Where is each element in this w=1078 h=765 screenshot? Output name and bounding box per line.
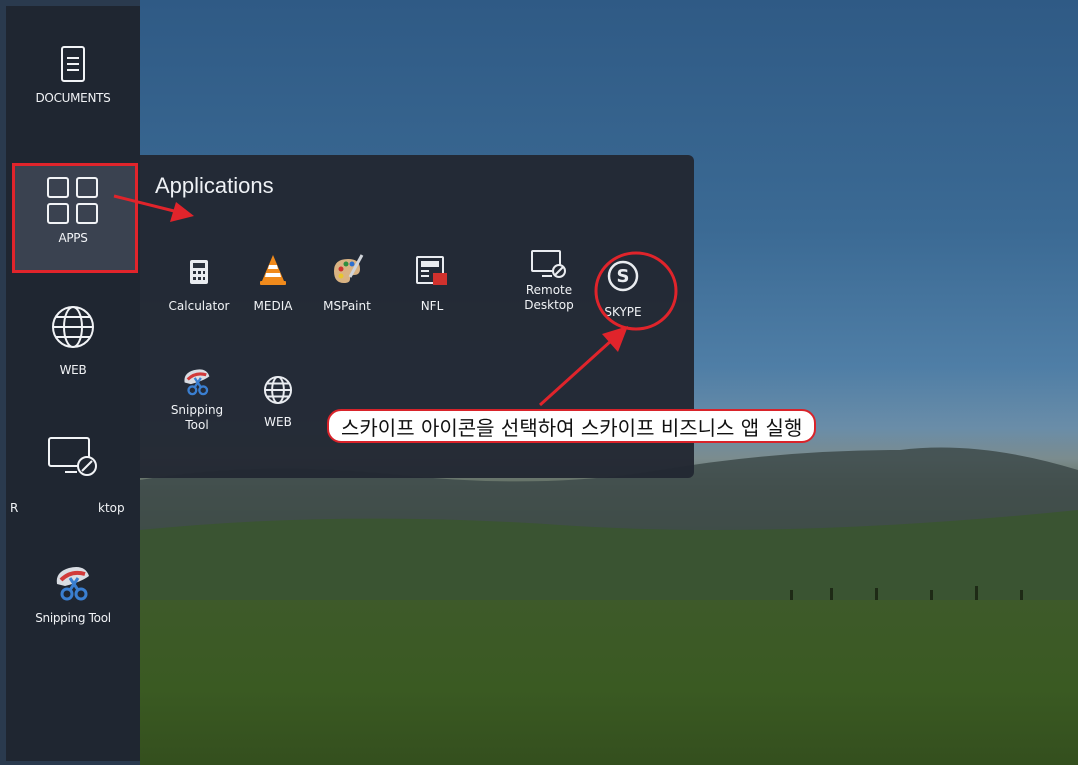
app-skype[interactable]: S SKYPE [586,259,660,320]
globe-icon [52,306,94,348]
sidebar-item-label: WEB [59,363,87,377]
remote-desktop-icon [48,437,97,476]
sidebar-item-remote-desktop[interactable]: R ktop [6,436,140,521]
app-nfl[interactable]: NFL [404,255,460,314]
calculator-icon [190,260,208,284]
globe-icon [263,375,293,405]
remote-desktop-label-row: R ktop [6,501,140,521]
sidebar-item-snipping-tool[interactable]: Snipping Tool [6,562,140,625]
panel-title: Applications [155,173,274,198]
app-label-line2: Tool [185,418,209,432]
sidebar-item-label: Snipping Tool [35,611,111,625]
app-web[interactable]: WEB [244,375,312,430]
paint-palette-icon [334,254,364,283]
sidebar-item-label-tail: ktop [98,501,125,515]
app-label: Snipping Tool [160,403,234,433]
sidebar-item-label: DOCUMENTS [35,91,111,105]
app-calculator[interactable]: Calculator [162,259,236,314]
remote-desktop-icon [531,250,566,278]
app-label-line1: Snipping [170,403,224,417]
app-label: WEB [264,415,292,429]
screen: DOCUMENTS APPS WEB R ktop Snipping Tool … [0,0,1078,765]
svg-text:S: S [617,266,630,287]
document-icon [61,46,85,82]
sidebar-item-documents[interactable]: DOCUMENTS [6,46,140,105]
annotation-text: 스카이프 아이콘을 선택하여 스카이프 비즈니스 앱 실행 [327,409,817,443]
app-mspaint[interactable]: MSPaint [310,253,384,314]
app-media[interactable]: MEDIA [236,253,310,314]
app-remote-desktop[interactable]: Remote Desktop [512,249,586,313]
app-label: MEDIA [253,299,293,313]
nfl-icon [416,256,447,285]
snipping-tool-icon [184,369,210,396]
app-label: Remote Desktop [512,283,586,313]
skype-icon: S [607,260,639,292]
app-label: MSPaint [323,299,371,313]
sidebar-item-apps[interactable]: APPS [6,176,140,245]
app-label-line2: Desktop [524,298,574,312]
apps-grid-icon [47,177,98,224]
sidebar: DOCUMENTS APPS WEB R ktop Snipping Tool [6,6,140,761]
sidebar-item-label: APPS [58,231,88,245]
app-label: SKYPE [604,305,642,319]
snipping-tool-icon [56,567,89,601]
app-label: NFL [420,299,444,313]
sidebar-item-web[interactable]: WEB [6,304,140,377]
app-label: Calculator [168,299,230,313]
app-label-line1: Remote [525,283,573,297]
sidebar-item-label: R [10,501,19,515]
vlc-cone-icon [260,255,286,285]
app-snipping-tool[interactable]: Snipping Tool [160,365,234,433]
annotation-callout: 스카이프 아이콘을 선택하여 스카이프 비즈니스 앱 실행 [317,403,955,453]
